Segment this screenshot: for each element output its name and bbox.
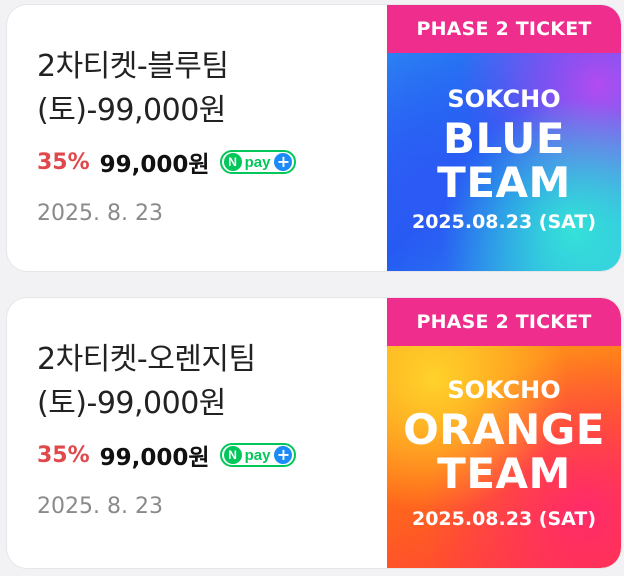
- product-title: 2차티켓-오렌지팀 (토)-99,000원: [37, 338, 377, 426]
- plus-icon: +: [274, 446, 293, 464]
- poster-date: 2025.08.23 (SAT): [411, 211, 597, 233]
- poster-date: 2025.08.23 (SAT): [411, 508, 597, 530]
- discount-rate: 35%: [37, 442, 90, 468]
- product-info: 2차티켓-오렌지팀 (토)-99,000원 35% 99,000원 N pay …: [37, 338, 377, 519]
- product-thumbnail[interactable]: PHASE 2 TICKET SOKCHO BLUE TEAM 2025.08.…: [387, 5, 621, 271]
- sale-price: 99,000원: [99, 445, 210, 471]
- poster-team-line1: ORANGE: [403, 405, 605, 454]
- event-date: 2025. 8. 23: [37, 494, 163, 519]
- poster-team: BLUE TEAM: [387, 117, 621, 205]
- poster-team-line1: BLUE: [442, 114, 566, 163]
- product-info: 2차티켓-블루팀 (토)-99,000원 35% 99,000원 N pay +…: [37, 45, 377, 226]
- price-row: 35% 99,000원 N pay +: [37, 145, 377, 179]
- poster-band: PHASE 2 TICKET: [387, 298, 621, 346]
- poster-team: ORANGE TEAM: [387, 408, 621, 496]
- discount-rate: 35%: [37, 149, 90, 175]
- product-list: 2차티켓-블루팀 (토)-99,000원 35% 99,000원 N pay +…: [0, 0, 624, 576]
- price-row: 35% 99,000원 N pay +: [37, 438, 377, 472]
- product-title-line2: (토)-99,000원: [37, 93, 226, 128]
- product-title-line2: (토)-99,000원: [37, 386, 226, 421]
- npay-plus-badge: N pay +: [219, 443, 297, 467]
- sale-price: 99,000원: [99, 152, 210, 178]
- naver-n-icon: N: [223, 153, 242, 171]
- poster-band: PHASE 2 TICKET: [387, 5, 621, 53]
- product-card-blue-team[interactable]: 2차티켓-블루팀 (토)-99,000원 35% 99,000원 N pay +…: [7, 5, 621, 271]
- naver-n-icon: N: [223, 446, 242, 464]
- product-thumbnail[interactable]: PHASE 2 TICKET SOKCHO ORANGE TEAM 2025.0…: [387, 298, 621, 568]
- product-title: 2차티켓-블루팀 (토)-99,000원: [37, 45, 377, 133]
- poster-team-line2: TEAM: [437, 449, 571, 498]
- product-title-line1: 2차티켓-블루팀: [37, 49, 229, 84]
- product-card-orange-team[interactable]: 2차티켓-오렌지팀 (토)-99,000원 35% 99,000원 N pay …: [7, 298, 621, 568]
- npay-label: pay: [244, 446, 271, 464]
- poster-team-line2: TEAM: [437, 158, 571, 207]
- poster-city: SOKCHO: [447, 376, 561, 404]
- plus-icon: +: [274, 153, 293, 171]
- product-title-line1: 2차티켓-오렌지팀: [37, 342, 256, 377]
- npay-plus-badge: N pay +: [219, 150, 297, 174]
- npay-label: pay: [244, 153, 271, 171]
- event-date: 2025. 8. 23: [37, 201, 163, 226]
- poster-city: SOKCHO: [447, 85, 561, 113]
